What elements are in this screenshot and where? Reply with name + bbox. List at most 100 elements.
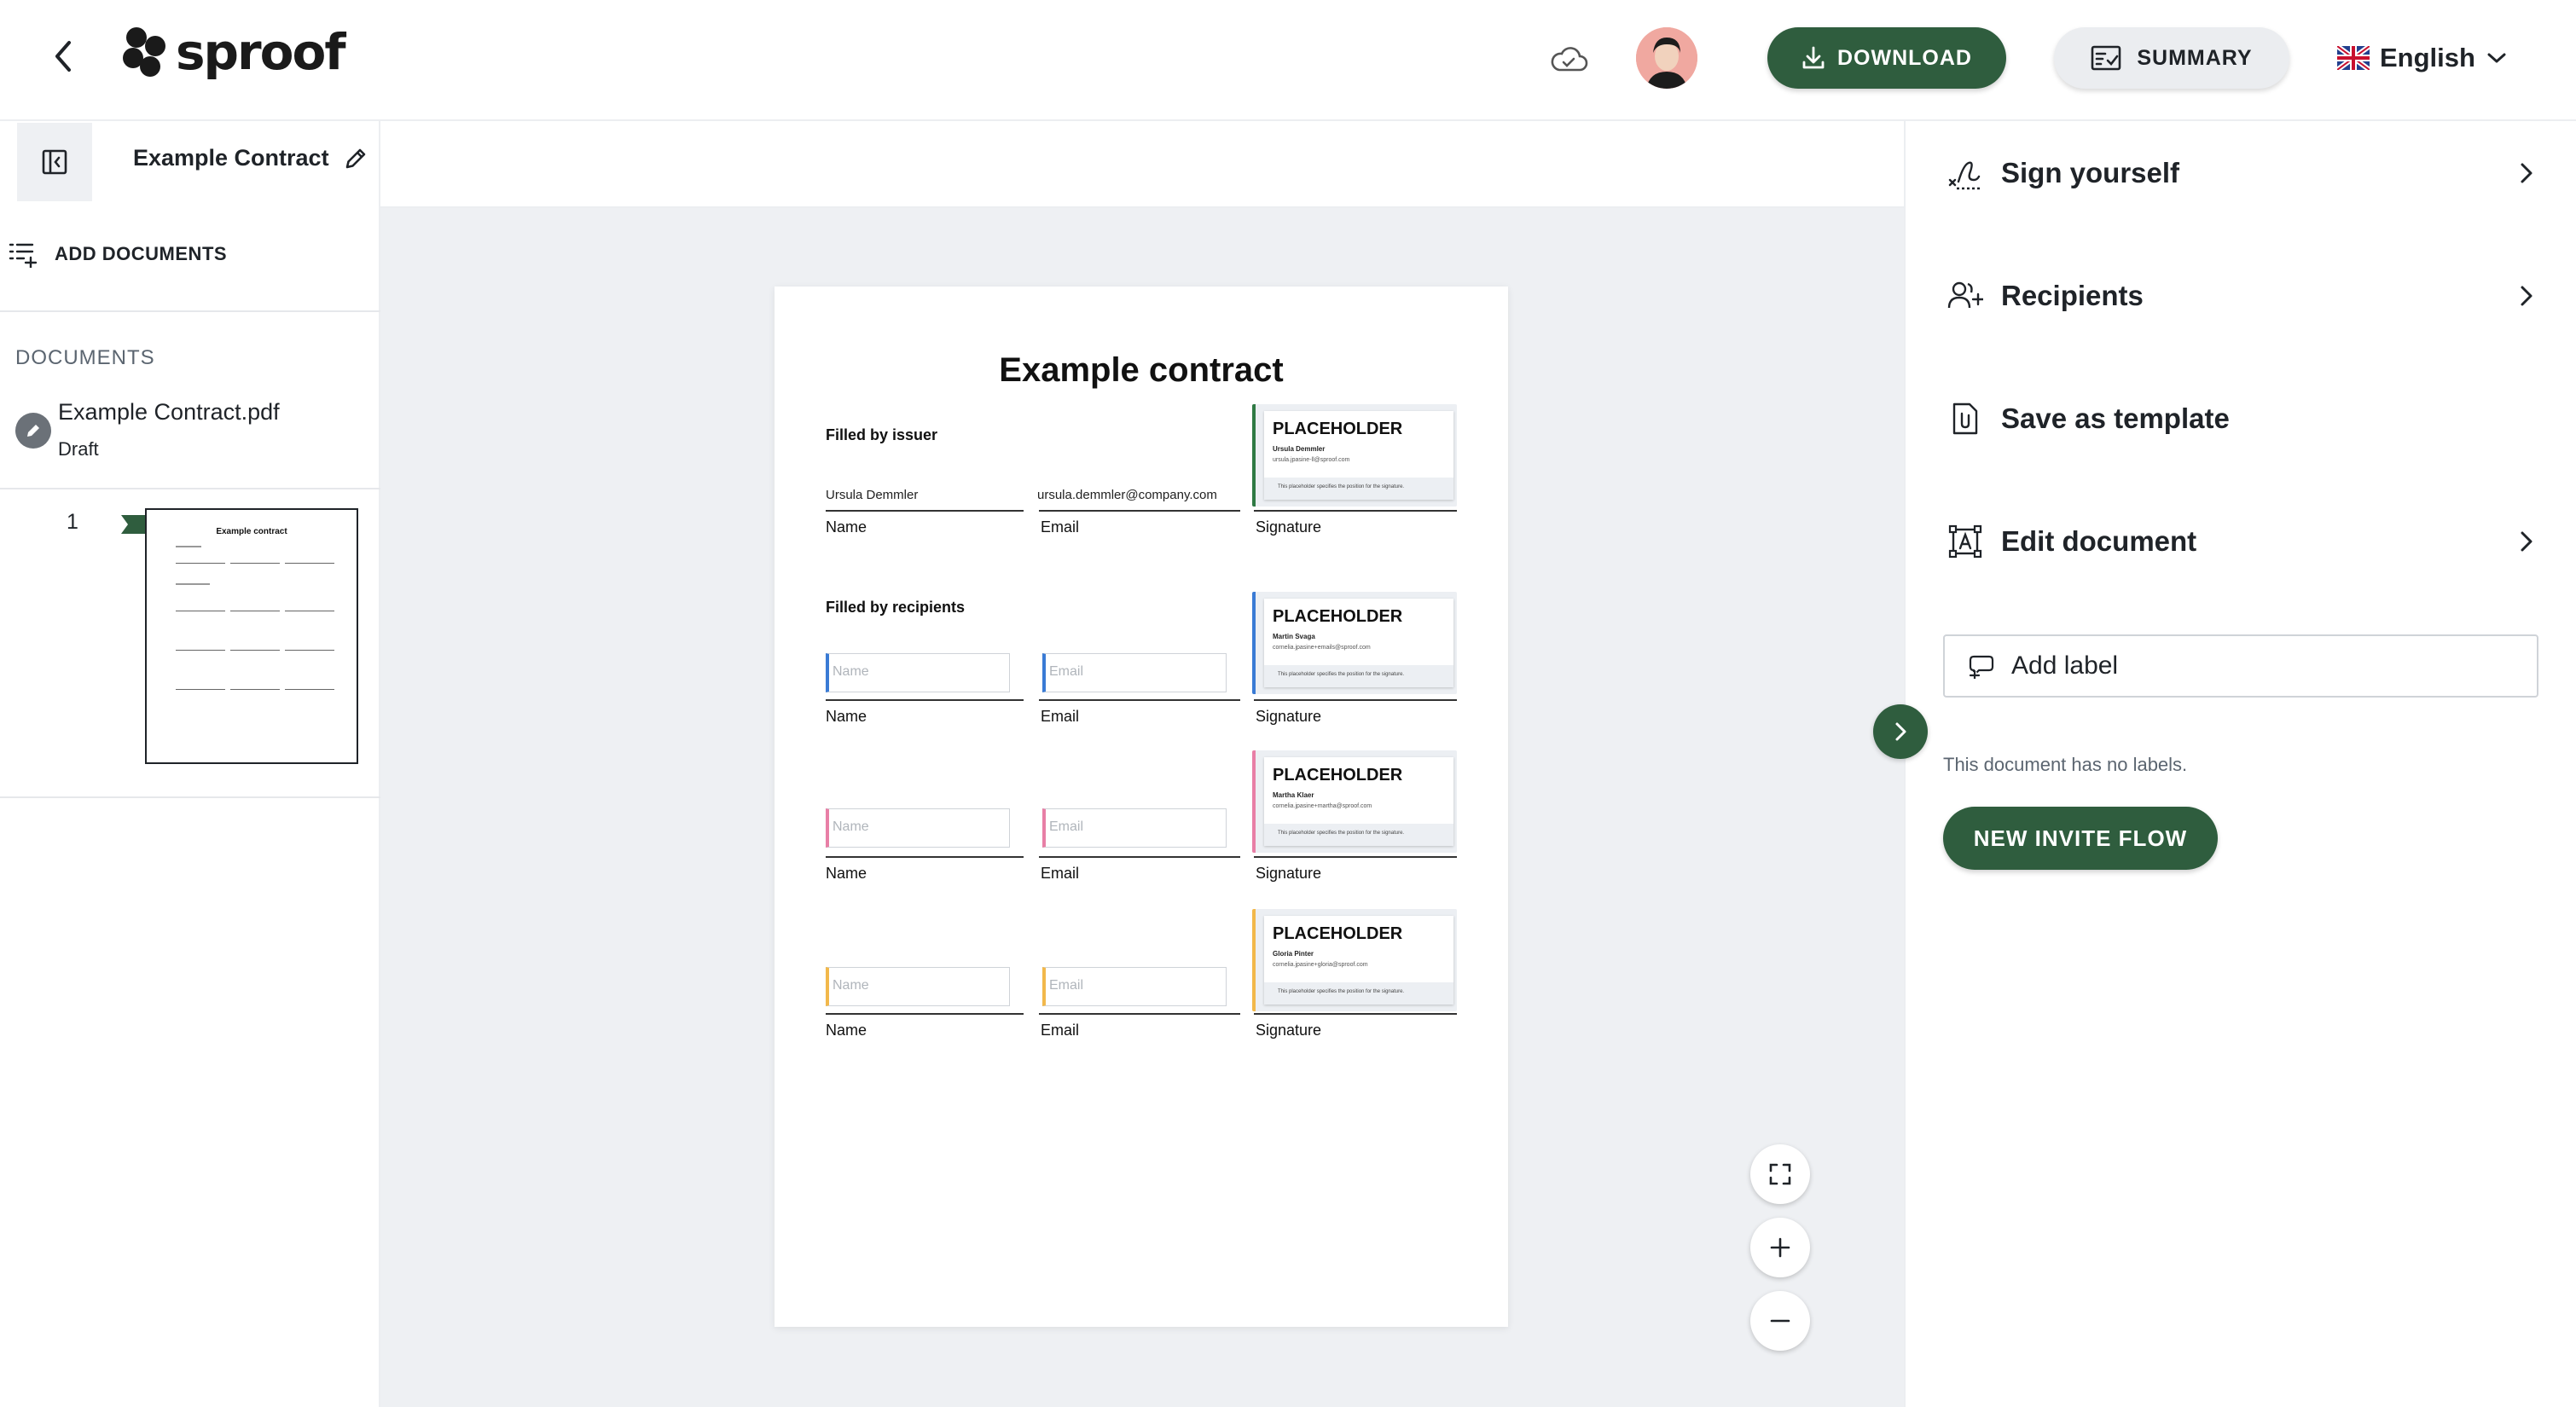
chevron-right-icon (2521, 163, 2532, 183)
signature-label: Signature (1256, 518, 1322, 536)
document-title: Example Contract (133, 145, 329, 171)
document-list-item[interactable]: Example Contract.pdf Draft (15, 396, 374, 472)
signature-placeholder-title: PLACEHOLDER (1273, 607, 1403, 626)
document-name: Example Contract.pdf (58, 399, 280, 425)
new-invite-flow-label: NEW INVITE FLOW (1973, 825, 2188, 851)
page-thumbnail[interactable]: Example contract (145, 508, 358, 764)
minus-icon (1770, 1319, 1790, 1323)
language-selector[interactable]: English (2337, 38, 2508, 78)
pencil-icon (15, 413, 51, 449)
edit-document-item[interactable]: Edit document (1947, 512, 2535, 571)
document-title-group: Example Contract (133, 145, 368, 171)
contract-title: Example contract (999, 351, 1284, 389)
recipient-email-input[interactable]: Email (1042, 967, 1227, 1006)
document-status: Draft (58, 438, 99, 460)
summary-label: SUMMARY (2137, 45, 2253, 70)
signature-label: Signature (1256, 1022, 1322, 1039)
chevron-down-icon (2487, 53, 2506, 63)
signer-email: cornelia.jpasine+martha@sproof.com (1273, 803, 1372, 809)
sidebar-collapse-icon (42, 149, 67, 175)
add-user-icon (1947, 281, 1983, 309)
divider (0, 488, 380, 489)
name-line (826, 856, 1024, 858)
signature-note: This placeholder specifies the position … (1264, 824, 1453, 846)
signer-email: cornelia.jpasine+emails@sproof.com (1273, 645, 1371, 651)
signature-line (1254, 699, 1457, 701)
new-invite-flow-button[interactable]: NEW INVITE FLOW (1943, 807, 2218, 870)
summary-checklist-icon (2092, 45, 2121, 71)
section-recipients: Filled by recipients (826, 599, 966, 616)
signature-placeholder-title: PLACEHOLDER (1273, 766, 1403, 785)
label-tag-icon (1969, 655, 1994, 679)
email-label: Email (1041, 518, 1080, 536)
recipient-name-input[interactable]: Name (826, 808, 1010, 848)
recipients-item[interactable]: Recipients (1947, 266, 2535, 326)
download-button[interactable]: DOWNLOAD (1767, 27, 2006, 89)
top-bar: sproof DOWNLOAD SUMMARY English (0, 0, 2576, 121)
signature-card: PLACEHOLDER Martha Klaer cornelia.jpasin… (1264, 757, 1453, 846)
signature-placeholder[interactable]: PLACEHOLDER Gloria Pinter cornelia.jpasi… (1252, 909, 1457, 1011)
signature-placeholder[interactable]: PLACEHOLDER Ursula Demmler ursula.jpasin… (1252, 404, 1457, 507)
logo-text: sproof (176, 23, 346, 81)
user-avatar[interactable] (1636, 27, 1697, 89)
add-documents-label: ADD DOCUMENTS (55, 243, 228, 264)
zoom-out-button[interactable] (1750, 1291, 1810, 1351)
uk-flag-icon (2337, 46, 2370, 70)
toggle-sidebar-button[interactable] (17, 123, 92, 201)
chevron-right-icon (2521, 286, 2532, 306)
zoom-in-button[interactable] (1750, 1218, 1810, 1277)
save-as-template-item[interactable]: Save as template (1947, 389, 2535, 449)
logo[interactable]: sproof (121, 23, 346, 81)
signer-email: ursula.jpasine-ll@sproof.com (1273, 457, 1350, 463)
signature-card: PLACEHOLDER Martin Svaga cornelia.jpasin… (1264, 599, 1453, 687)
signature-note: This placeholder specifies the position … (1264, 478, 1453, 500)
actions-panel: Sign yourself Recipients Save as templat… (1904, 121, 2576, 1407)
email-line (1039, 856, 1240, 858)
document-canvas: Example contract Filled by issuer Ursula… (380, 208, 1904, 1407)
sproof-logo-icon (123, 27, 165, 77)
documents-sidebar: ADD DOCUMENTS DOCUMENTS Example Contract… (0, 121, 380, 1407)
name-line (826, 699, 1024, 701)
edit-document-icon (1948, 524, 1982, 559)
avatar-image (1636, 27, 1697, 89)
signature-note: This placeholder specifies the position … (1264, 665, 1453, 687)
back-button[interactable] (43, 36, 84, 77)
fullscreen-button[interactable] (1750, 1144, 1810, 1204)
name-label: Name (826, 865, 867, 882)
document-page: Example contract Filled by issuer Ursula… (775, 287, 1508, 1327)
add-documents-button[interactable]: ADD DOCUMENTS (7, 240, 227, 268)
sign-yourself-item[interactable]: Sign yourself (1947, 143, 2535, 203)
pencil-edit-icon[interactable] (343, 146, 368, 171)
signature-placeholder[interactable]: PLACEHOLDER Martin Svaga cornelia.jpasin… (1252, 592, 1457, 694)
email-line (1039, 1013, 1240, 1015)
page-number: 1 (67, 510, 78, 534)
signature-placeholder-title: PLACEHOLDER (1273, 420, 1403, 438)
collapse-panel-button[interactable] (1873, 704, 1928, 759)
name-line (826, 510, 1024, 512)
signature-line (1254, 856, 1457, 858)
plus-icon (1770, 1237, 1790, 1258)
recipient-email-input[interactable]: Email (1042, 808, 1227, 848)
summary-button[interactable]: SUMMARY (2054, 27, 2289, 89)
recipient-email-input[interactable]: Email (1042, 653, 1227, 692)
signature-placeholder[interactable]: PLACEHOLDER Martha Klaer cornelia.jpasin… (1252, 750, 1457, 853)
signature-label: Signature (1256, 708, 1322, 725)
sign-yourself-label: Sign yourself (2001, 157, 2180, 188)
add-label-input[interactable]: Add label (1943, 634, 2538, 698)
recipient-name-input[interactable]: Name (826, 653, 1010, 692)
signer-name: Ursula Demmler (1273, 445, 1326, 453)
add-label-placeholder: Add label (2011, 651, 2119, 680)
email-label: Email (1041, 865, 1080, 882)
name-line (826, 1013, 1024, 1015)
language-label: English (2380, 43, 2475, 72)
section-issuer: Filled by issuer (826, 426, 938, 443)
issuer-email-value: ursula.demmler@company.com (1037, 488, 1217, 502)
recipient-name-input[interactable]: Name (826, 967, 1010, 1006)
documents-section-title: DOCUMENTS (15, 346, 155, 369)
signature-icon (1948, 161, 1981, 190)
email-label: Email (1041, 1022, 1080, 1039)
fullscreen-icon (1769, 1163, 1791, 1185)
cloud-sync-icon[interactable] (1549, 44, 1588, 75)
recipients-label: Recipients (2001, 280, 2144, 311)
chevron-left-icon (55, 41, 71, 72)
